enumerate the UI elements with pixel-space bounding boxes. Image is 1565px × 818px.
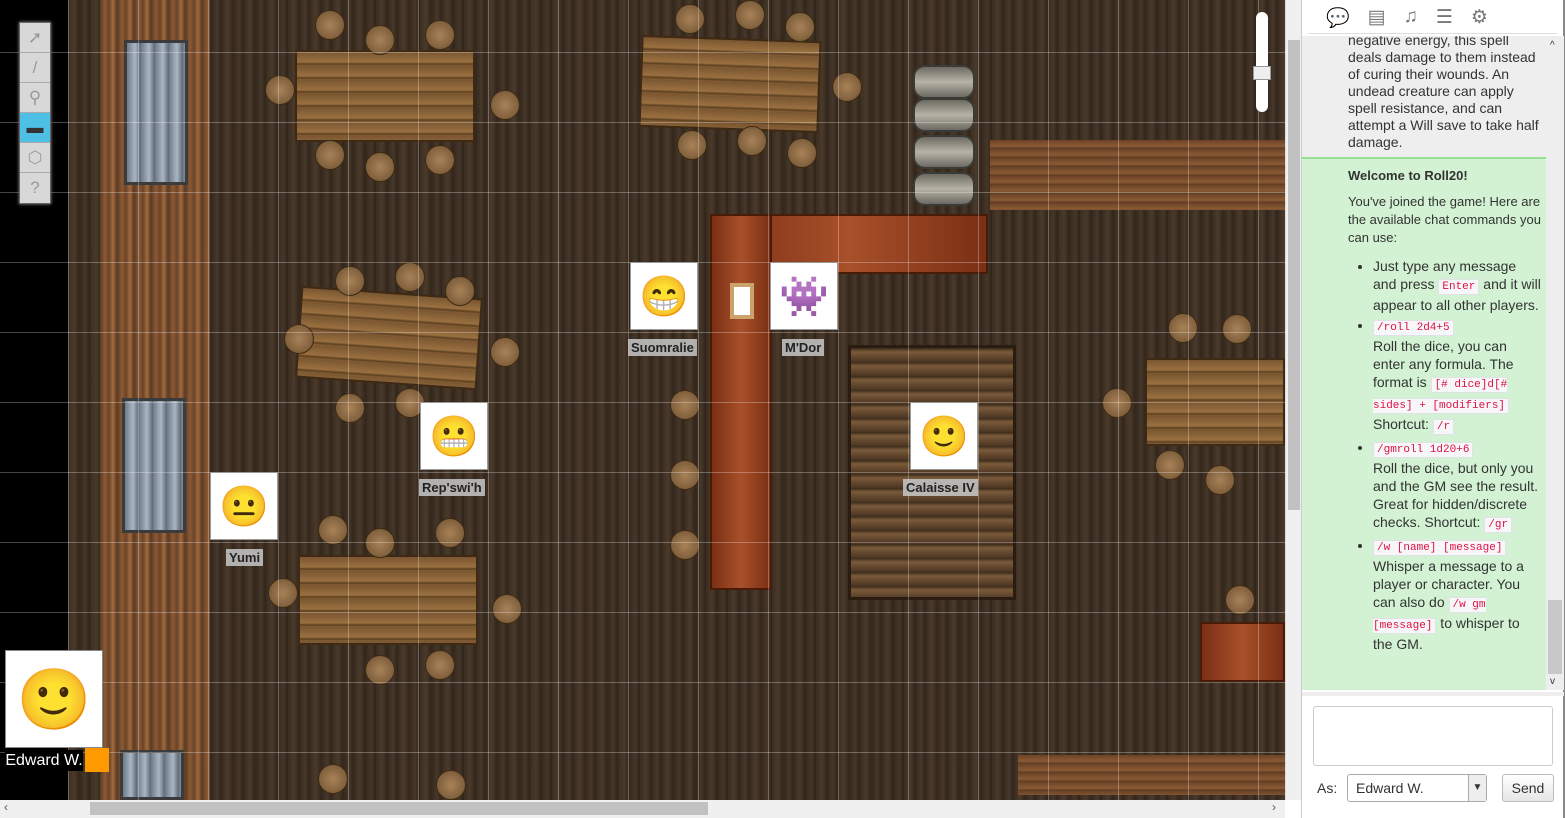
tool-palette: ➚ / ⚲ ▬ ⬡ ? xyxy=(19,22,51,204)
sidebar-tabs: 💬 ▤ ♫ ☰ ⚙ xyxy=(1308,0,1557,34)
send-button[interactable]: Send xyxy=(1502,774,1554,802)
token-portrait: 😐 xyxy=(219,484,269,529)
token-label: Suomralie xyxy=(628,339,697,356)
scroll-left-icon[interactable]: ‹ xyxy=(4,800,8,814)
token-mdor[interactable]: 👾 xyxy=(770,262,838,330)
token-calaisse[interactable]: 🙂 xyxy=(910,402,978,470)
scrollbar-thumb[interactable] xyxy=(90,802,708,815)
chat-message: negative energy, this spell deals damage… xyxy=(1302,36,1546,159)
player-color-swatch[interactable] xyxy=(85,748,109,772)
token-portrait: 😁 xyxy=(639,274,689,319)
token-label: Yumi xyxy=(226,549,264,566)
zoom-slider[interactable] xyxy=(1253,12,1271,112)
window xyxy=(124,40,188,185)
token-portrait: 🙂 xyxy=(919,414,969,459)
select-tool-icon[interactable]: ➚ xyxy=(20,23,50,53)
zoom-tool-icon[interactable]: ⚲ xyxy=(20,83,50,113)
chat-scrollbar[interactable]: ^ v xyxy=(1546,36,1564,690)
back-wall xyxy=(990,140,1285,210)
chevron-down-icon: ▼ xyxy=(1468,775,1486,801)
map-horizontal-scrollbar[interactable]: ‹ › xyxy=(0,800,1285,818)
compendium-icon[interactable]: ☰ xyxy=(1436,6,1453,33)
door-marker xyxy=(730,283,754,319)
map-canvas[interactable]: 😁 Suomralie 👾 M'Dor 😬 Rep'swi'h 😐 Yumi 🙂… xyxy=(0,0,1285,800)
scroll-down-icon[interactable]: v xyxy=(1550,676,1555,687)
scroll-up-icon[interactable]: ^ xyxy=(1550,40,1555,51)
token-repswih[interactable]: 😬 xyxy=(420,402,488,470)
list-item: /w [name] [message]Whisper a message to … xyxy=(1373,536,1542,653)
player-name: Edward W. xyxy=(5,750,83,771)
settings-icon[interactable]: ⚙ xyxy=(1471,6,1488,33)
map-vertical-scrollbar[interactable] xyxy=(1285,0,1302,800)
divider xyxy=(1302,692,1564,696)
token-label: M'Dor xyxy=(782,339,825,356)
token-portrait: 👾 xyxy=(779,274,829,319)
list-item: Just type any message and press Enter an… xyxy=(1373,257,1542,314)
command-list: Just type any message and press Enter an… xyxy=(1348,257,1542,653)
table xyxy=(1145,358,1285,446)
measure-tool-icon[interactable]: ▬ xyxy=(20,113,50,143)
chat-log: negative energy, this spell deals damage… xyxy=(1302,36,1546,690)
sidebar: 💬 ▤ ♫ ☰ ⚙ negative energy, this spell de… xyxy=(1301,0,1565,818)
draw-tool-icon[interactable]: / xyxy=(20,53,50,83)
list-item: /roll 2d4+5Roll the dice, you can enter … xyxy=(1373,316,1542,436)
as-label: As: xyxy=(1317,780,1338,796)
token-portrait: 😬 xyxy=(429,414,479,459)
player-avatar[interactable]: 🙂 Edward W. xyxy=(5,650,109,795)
scrollbar-thumb[interactable] xyxy=(1548,600,1562,674)
journal-icon[interactable]: ▤ xyxy=(1368,6,1386,33)
welcome-intro: You've joined the game! Here are the ava… xyxy=(1348,194,1541,245)
help-icon[interactable]: ? xyxy=(20,173,50,203)
table xyxy=(295,50,475,142)
chat-icon[interactable]: 💬 xyxy=(1326,6,1350,33)
token-label: Calaisse IV xyxy=(903,479,978,496)
window xyxy=(120,750,184,800)
token-label: Rep'swi'h xyxy=(419,479,485,496)
speaking-as-select[interactable]: Edward W. ▼ xyxy=(1347,774,1487,802)
chat-input[interactable] xyxy=(1313,706,1553,766)
zoom-slider-handle[interactable] xyxy=(1253,66,1271,80)
window xyxy=(122,398,186,533)
token-yumi[interactable]: 😐 xyxy=(210,472,278,540)
player-portrait: 🙂 xyxy=(5,650,103,748)
jukebox-icon[interactable]: ♫ xyxy=(1404,6,1418,33)
welcome-title: Welcome to Roll20! xyxy=(1348,168,1468,183)
back-wall xyxy=(1018,755,1285,795)
bar-counter xyxy=(1200,622,1285,682)
scroll-right-icon[interactable]: › xyxy=(1272,800,1276,814)
speaking-as-value: Edward W. xyxy=(1356,780,1424,796)
token-suomralie[interactable]: 😁 xyxy=(630,262,698,330)
scrollbar-thumb[interactable] xyxy=(1288,40,1300,510)
table xyxy=(638,34,822,134)
chat-message-welcome: Welcome to Roll20! You've joined the gam… xyxy=(1302,159,1546,690)
list-item: /gmroll 1d20+6Roll the dice, but only yo… xyxy=(1373,438,1542,534)
staircase xyxy=(848,345,1016,600)
bar-counter xyxy=(710,214,772,590)
dice-tool-icon[interactable]: ⬡ xyxy=(20,143,50,173)
table xyxy=(298,555,478,645)
